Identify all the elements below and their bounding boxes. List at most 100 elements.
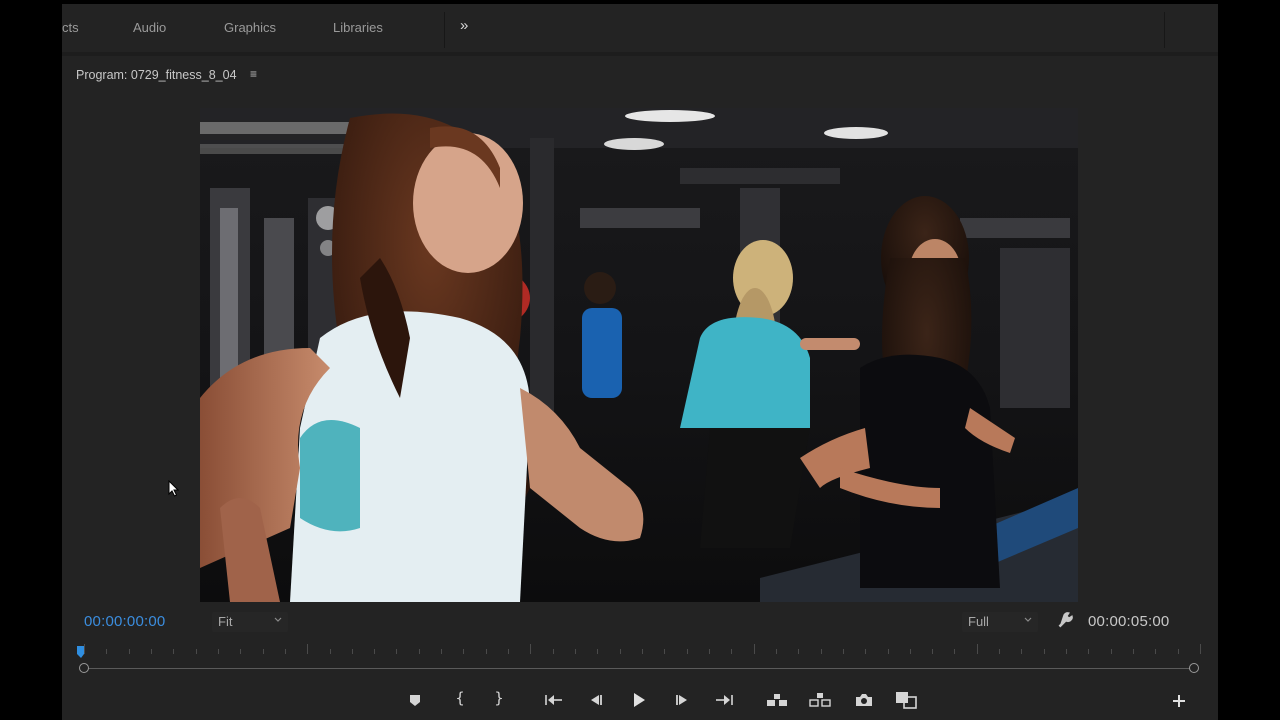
chevron-down-icon — [274, 617, 282, 622]
tab-audio[interactable]: Audio — [133, 20, 166, 35]
ruler-tick — [999, 649, 1001, 654]
ruler-tick — [731, 649, 733, 654]
ruler-tick — [307, 644, 309, 654]
plus-icon — [1173, 695, 1185, 707]
ruler-tick — [664, 649, 666, 654]
ruler-tick — [217, 649, 219, 654]
workspace-tab-bar: cts Audio Graphics Libraries » — [62, 4, 1218, 52]
current-timecode[interactable]: 00:00:00:00 — [84, 613, 165, 630]
zoom-scroll-bar[interactable] — [84, 668, 1196, 669]
ruler-tick — [1155, 649, 1157, 654]
playhead-marker[interactable] — [76, 646, 86, 658]
mark-in-icon: { — [455, 689, 465, 707]
ruler-tick — [686, 649, 688, 654]
mark-out-icon: } — [494, 689, 504, 707]
ruler-tick — [106, 649, 108, 654]
ruler-tick — [441, 649, 443, 654]
ruler-tick — [195, 649, 197, 654]
playback-resolution-value: Full — [968, 614, 989, 629]
ruler-tick — [284, 649, 286, 654]
ruler-tick — [954, 649, 956, 654]
add-marker-button[interactable] — [403, 688, 427, 712]
ruler-tick — [1021, 649, 1023, 654]
mark-in-button[interactable]: { — [448, 686, 472, 710]
tab-libraries[interactable]: Libraries — [333, 20, 383, 35]
ruler-tick — [842, 649, 844, 654]
chevron-double-right-icon[interactable]: » — [460, 17, 468, 34]
mark-out-button[interactable]: } — [487, 686, 511, 710]
play-button[interactable] — [627, 688, 651, 712]
go-to-out-button[interactable] — [712, 688, 736, 712]
ruler-tick — [1110, 649, 1112, 654]
zoom-handle-right[interactable] — [1189, 663, 1199, 673]
ruler-tick — [1088, 649, 1090, 654]
ruler-tick — [1043, 649, 1045, 654]
ruler-tick — [887, 649, 889, 654]
ruler-tick — [150, 649, 152, 654]
ruler-tick — [1133, 649, 1135, 654]
ruler-tick — [932, 649, 934, 654]
ruler-tick — [820, 649, 822, 654]
ruler-tick — [642, 649, 643, 654]
compare-icon — [896, 692, 917, 709]
ruler-tick — [1066, 649, 1068, 654]
tab-divider-right — [1164, 12, 1165, 48]
ruler-tick — [240, 649, 242, 654]
lift-button[interactable] — [765, 688, 789, 712]
ruler-tick — [374, 649, 376, 654]
extract-button[interactable] — [808, 688, 832, 712]
ruler-tick — [753, 644, 755, 654]
zoom-handle-left[interactable] — [79, 663, 89, 673]
ruler-tick — [575, 649, 577, 654]
ruler-tick — [909, 649, 911, 654]
wrench-icon[interactable] — [1056, 611, 1074, 629]
duration-timecode: 00:00:05:00 — [1088, 613, 1170, 630]
playback-resolution-select[interactable]: Full — [962, 612, 1038, 632]
mouse-pointer-icon — [168, 480, 179, 497]
program-monitor-panel: Program: 0729_fitness_8_04 ≡ 00:00:00:00… — [62, 56, 1218, 720]
ruler-tick — [128, 649, 130, 654]
ruler-tick — [775, 649, 777, 654]
export-frame-button[interactable] — [852, 688, 876, 712]
step-forward-icon — [676, 695, 687, 705]
tab-graphics[interactable]: Graphics — [224, 20, 276, 35]
gym-scene-image — [200, 108, 1078, 602]
button-editor-button[interactable] — [1167, 689, 1191, 713]
ruler-tick — [463, 649, 465, 654]
ruler-tick — [708, 649, 710, 654]
add-marker-icon — [410, 695, 420, 706]
zoom-level-select[interactable]: Fit — [212, 612, 288, 632]
ruler-tick — [396, 649, 398, 654]
go-to-in-icon — [545, 695, 562, 705]
ruler-tick — [865, 649, 867, 654]
time-ruler[interactable] — [80, 642, 1201, 662]
ruler-tick — [619, 649, 621, 654]
program-video-frame[interactable] — [200, 108, 1078, 602]
ruler-tick — [329, 649, 331, 654]
program-monitor-title[interactable]: Program: 0729_fitness_8_04 — [76, 68, 237, 82]
ruler-tick — [552, 649, 554, 654]
camera-icon — [856, 694, 872, 706]
panel-header: Program: 0729_fitness_8_04 ≡ — [76, 67, 257, 82]
compare-view-button[interactable] — [894, 688, 918, 712]
ruler-tick — [530, 644, 532, 654]
ruler-tick — [597, 649, 599, 654]
step-back-icon — [591, 695, 602, 705]
ruler-tick — [173, 649, 175, 654]
ruler-tick — [262, 649, 264, 654]
zoom-level-value: Fit — [218, 614, 233, 629]
step-forward-button[interactable] — [670, 688, 694, 712]
panel-menu-icon[interactable]: ≡ — [250, 67, 257, 81]
lift-icon — [767, 694, 787, 706]
premiere-app-window: cts Audio Graphics Libraries » Program: … — [62, 4, 1218, 720]
tab-effects[interactable]: cts — [62, 20, 79, 35]
go-to-in-button[interactable] — [542, 688, 566, 712]
tab-divider — [444, 12, 445, 48]
go-to-out-icon — [716, 695, 733, 705]
ruler-tick — [485, 649, 487, 654]
ruler-tick — [976, 644, 978, 654]
step-back-button[interactable] — [584, 688, 608, 712]
ruler-tick — [508, 649, 510, 654]
ruler-tick — [1177, 649, 1179, 654]
ruler-tick — [798, 649, 800, 654]
